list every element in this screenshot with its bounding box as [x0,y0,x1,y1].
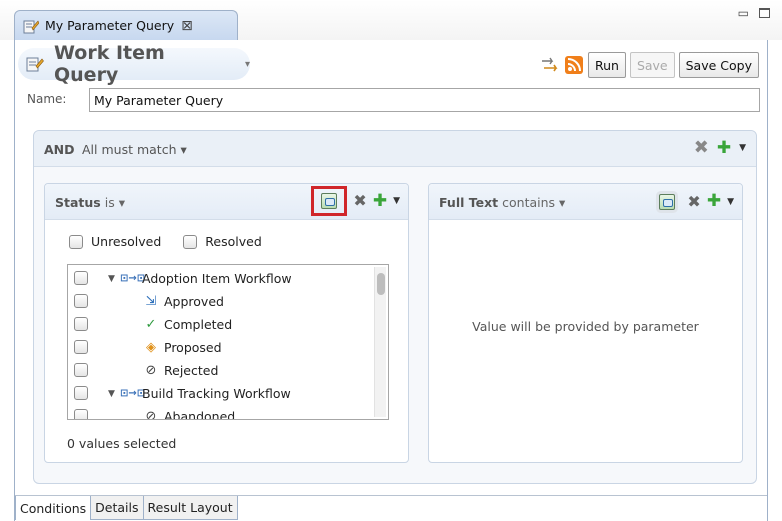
condition-title: Full Text contains ▾ [439,195,565,210]
group-match-selector[interactable]: All must match ▾ [82,142,187,157]
status-value-list[interactable]: ▼ ⊡→⊡ Adoption Item Workflow ⇲ Approved … [67,264,389,420]
parameter-message: Value will be provided by parameter [472,319,699,334]
item-checkbox[interactable] [74,363,88,377]
list-item[interactable]: ⊘ Abandoned [68,405,368,420]
chevron-down-icon[interactable]: ▼ [108,389,115,399]
fulltext-condition-card: Full Text contains ▾ ✖ ✚ ▼ Value will be … [428,183,743,463]
list-item[interactable]: ⊘ Rejected [68,359,368,382]
list-scrollbar[interactable] [374,267,386,417]
save-button[interactable]: Save [629,52,675,78]
fulltext-condition-actions: ✖ ✚ ▼ [659,193,734,210]
item-checkbox[interactable] [74,271,88,285]
work-item-query-icon [26,55,44,73]
editor-tab-strip: My Parameter Query ⊠ ▭ [0,0,782,40]
window-controls: ▭ [738,6,770,20]
editor-header: Work Item Query ▾ Run Save Save Copy [15,42,767,86]
tab-result-layout[interactable]: Result Layout [143,496,238,520]
status-condition-card: Status is ▾ ✖ ✚ ▼ Unresolved Resolved ▼ … [44,183,409,463]
save-copy-button[interactable]: Save Copy [678,52,759,78]
editor-tab-title: My Parameter Query [45,18,175,33]
remove-condition-icon[interactable]: ✖ [687,193,700,210]
group-actions: ✖ ✚ ▼ [694,139,746,157]
list-item[interactable]: ◈ Proposed [68,336,368,359]
tab-details[interactable]: Details [91,496,144,520]
run-button[interactable]: Run [587,52,626,78]
unresolved-checkbox[interactable] [69,234,83,249]
name-row: Name: [15,88,767,112]
condition-attribute: Status [55,195,101,210]
proposed-icon: ◈ [146,340,156,355]
highlight-box [311,186,348,216]
query-editor: Work Item Query ▾ Run Save Save Copy Nam… [14,40,768,521]
query-editor-icon [23,18,40,34]
condition-group-header: AND All must match ▾ ✖ ✚ ▼ [34,131,756,167]
item-label: Abandoned [164,409,236,420]
query-toolbar: Run Save Save Copy [540,52,759,78]
chevron-down-icon[interactable]: ▼ [108,274,115,284]
chevron-down-icon[interactable]: ▼ [739,143,746,153]
item-checkbox[interactable] [74,409,88,419]
name-label: Name: [27,92,67,106]
status-condition-actions: ✖ ✚ ▼ [311,186,400,216]
editor-tab[interactable]: My Parameter Query ⊠ [14,10,238,40]
condition-attribute: Full Text [439,195,499,210]
remove-group-icon[interactable]: ✖ [694,139,709,157]
group-operator[interactable]: AND [44,142,75,157]
item-label: Proposed [164,340,222,355]
item-checkbox[interactable] [74,386,88,400]
item-label: Build Tracking Workflow [142,386,291,401]
item-label: Rejected [164,363,219,378]
remove-condition-icon[interactable]: ✖ [353,193,366,209]
name-input[interactable] [89,88,760,112]
approved-icon: ⇲ [145,294,157,309]
condition-group: AND All must match ▾ ✖ ✚ ▼ Status is ▾ ✖ … [33,130,757,484]
item-label: Adoption Item Workflow [142,271,292,286]
parameter-toggle-icon[interactable] [659,193,676,210]
chevron-down-icon[interactable]: ▼ [727,197,734,207]
run-arrows-icon[interactable] [540,55,560,75]
list-item[interactable]: ▼ ⊡→⊡ Build Tracking Workflow [68,382,368,405]
quick-filter-row: Unresolved Resolved [69,234,276,249]
list-item[interactable]: ▼ ⊡→⊡ Adoption Item Workflow [68,267,368,290]
add-condition-icon[interactable]: ✚ [717,139,731,157]
item-label: Completed [164,317,233,332]
item-checkbox[interactable] [74,340,88,354]
add-condition-icon[interactable]: ✚ [373,192,387,210]
chevron-down-icon[interactable]: ▼ [393,196,400,206]
page-title: Work Item Query [54,42,165,86]
checkmark-icon: ✓ [145,317,157,332]
list-item[interactable]: ⇲ Approved [68,290,368,313]
unresolved-label: Unresolved [91,234,162,249]
condition-operator-selector[interactable]: contains ▾ [502,195,565,210]
status-condition-header: Status is ▾ ✖ ✚ ▼ [45,184,408,220]
condition-operator-selector[interactable]: is ▾ [105,195,125,210]
list-item[interactable]: ✓ Completed [68,313,368,336]
query-type-selector[interactable]: Work Item Query ▾ [18,42,250,86]
scrollbar-thumb[interactable] [377,273,385,295]
selection-count: 0 values selected [67,436,177,451]
item-label: Approved [164,294,224,309]
abandoned-icon: ⊘ [145,409,157,420]
rejected-icon: ⊘ [145,363,157,378]
minimize-icon[interactable]: ▭ [738,6,749,20]
resolved-checkbox[interactable] [183,234,198,249]
editor-page-tabs: Conditions Details Result Layout [15,495,767,521]
maximize-icon[interactable] [759,8,770,18]
add-condition-icon[interactable]: ✚ [707,193,721,210]
resolved-label: Resolved [205,234,262,249]
condition-title: Status is ▾ [55,195,125,210]
item-checkbox[interactable] [74,294,88,308]
item-checkbox[interactable] [74,317,88,331]
tab-conditions[interactable]: Conditions [15,496,92,520]
parameter-toggle-icon[interactable] [321,193,338,209]
fulltext-condition-header: Full Text contains ▾ ✖ ✚ ▼ [429,184,742,220]
chevron-down-icon[interactable]: ▾ [245,59,250,70]
close-icon[interactable]: ⊠ [181,18,193,34]
rss-feed-icon[interactable] [564,55,584,75]
